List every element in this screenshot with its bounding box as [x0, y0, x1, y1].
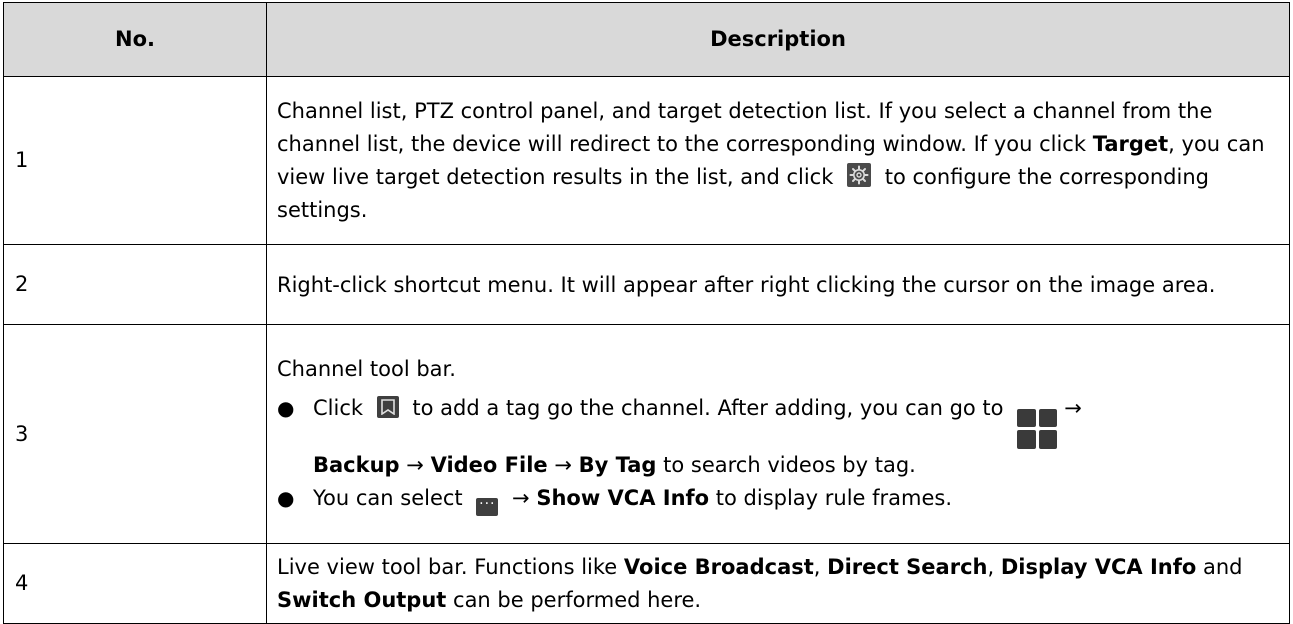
more-icon: ···	[476, 497, 499, 516]
description-table: No. Description 1 Channel list, PTZ cont…	[3, 2, 1290, 624]
row-description: Channel list, PTZ control panel, and tar…	[266, 76, 1290, 245]
arrow: →	[406, 452, 424, 477]
table-row: 2 Right-click shortcut menu. It will app…	[3, 244, 1290, 325]
row-number: 1	[3, 76, 267, 245]
arrow: →	[512, 485, 530, 510]
table-row: 4 Live view tool bar. Functions like Voi…	[3, 543, 1290, 624]
main-menu-grid-icon	[1017, 408, 1058, 449]
row-number: 3	[3, 324, 267, 544]
header-no: No.	[3, 2, 267, 77]
list-item: Click to add a tag go the channel. After…	[277, 392, 1279, 482]
list-item: You can select ··· → Show VCA Info to di…	[277, 482, 1279, 516]
row-description: Right-click shortcut menu. It will appea…	[266, 244, 1290, 325]
row-intro: Channel tool bar.	[277, 357, 456, 382]
row-description: Live view tool bar. Functions like Voice…	[266, 543, 1290, 624]
table-header-row: No. Description	[3, 2, 1290, 77]
gear-icon	[847, 163, 872, 187]
row-description: Channel tool bar. Click to add a tag go …	[266, 324, 1290, 544]
header-description: Description	[266, 2, 1290, 77]
bullet-list: Click to add a tag go the channel. After…	[277, 392, 1279, 516]
target-term: Target	[1092, 132, 1169, 156]
row-number: 4	[3, 543, 267, 624]
row-number: 2	[3, 244, 267, 325]
table-row: 1 Channel list, PTZ control panel, and t…	[3, 76, 1290, 245]
arrow: →	[554, 452, 572, 477]
table-row: 3 Channel tool bar. Click to add a tag g…	[3, 324, 1290, 544]
arrow: →	[1064, 396, 1082, 421]
tag-icon	[376, 396, 399, 419]
